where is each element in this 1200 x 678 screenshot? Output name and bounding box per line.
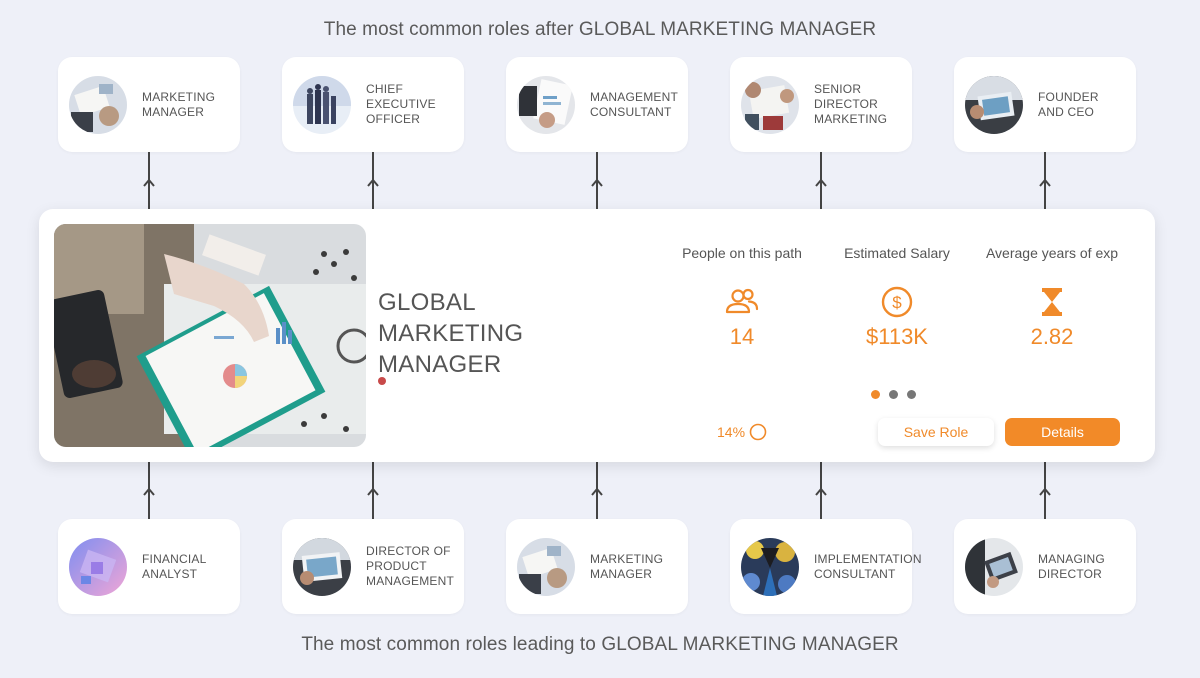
role-card-marketing-manager[interactable]: MARKETING MANAGER bbox=[58, 57, 240, 152]
previous-roles-row: FINANCIAL ANALYST DIRECTOR OF PRODUCT MA… bbox=[0, 519, 1200, 615]
people-icon bbox=[725, 288, 759, 314]
role-card-marketing-manager-prev[interactable]: MARKETING MANAGER bbox=[506, 519, 688, 614]
role-label: DIRECTOR OF PRODUCT MANAGEMENT bbox=[366, 544, 455, 588]
stat-estimated-salary: Estimated Salary $ $113K bbox=[822, 245, 972, 350]
save-role-button[interactable]: Save Role bbox=[878, 418, 994, 446]
details-button[interactable]: Details bbox=[1005, 418, 1120, 446]
role-label: MARKETING MANAGER bbox=[590, 551, 664, 581]
role-label: FOUNDER AND CEO bbox=[1038, 89, 1099, 119]
role-thumbnail bbox=[69, 75, 127, 134]
role-card-management-consultant[interactable]: MANAGEMENT CONSULTANT bbox=[506, 57, 688, 152]
next-roles-row: MARKETING MANAGER CHIEF EXECUTIVE OFFICE… bbox=[0, 57, 1200, 153]
connector-arrow-up bbox=[367, 462, 379, 520]
role-label: MARKETING MANAGER bbox=[142, 89, 216, 119]
connector-arrow-up bbox=[1039, 152, 1051, 210]
stat-average-years-exp: Average years of exp 2.82 bbox=[977, 245, 1127, 350]
current-role-card: GLOBAL MARKETING MANAGER People on this … bbox=[39, 209, 1155, 462]
role-card-managing-director[interactable]: MANAGING DIRECTOR bbox=[954, 519, 1136, 614]
title-indicator-dot bbox=[378, 377, 386, 385]
role-card-director-of-product-management[interactable]: DIRECTOR OF PRODUCT MANAGEMENT bbox=[282, 519, 464, 614]
stat-label: Estimated Salary bbox=[844, 245, 950, 261]
role-card-financial-analyst[interactable]: FINANCIAL ANALYST bbox=[58, 519, 240, 614]
role-thumbnail bbox=[293, 75, 351, 134]
role-thumbnail bbox=[965, 75, 1023, 134]
role-thumbnail bbox=[517, 75, 575, 134]
role-label: MANAGING DIRECTOR bbox=[1038, 551, 1105, 581]
role-card-chief-executive-officer[interactable]: CHIEF EXECUTIVE OFFICER bbox=[282, 57, 464, 152]
role-card-senior-director-marketing[interactable]: SENIOR DIRECTOR MARKETING bbox=[730, 57, 912, 152]
role-card-implementation-consultant[interactable]: IMPLEMENTATION CONSULTANT bbox=[730, 519, 922, 614]
progress-value: 14% bbox=[717, 424, 746, 440]
pager-dot[interactable] bbox=[907, 390, 916, 399]
connector-arrow-up bbox=[591, 462, 603, 520]
pager-dot[interactable] bbox=[889, 390, 898, 399]
hourglass-icon bbox=[1042, 288, 1062, 316]
stat-people-on-path: People on this path 14 bbox=[667, 245, 817, 350]
connector-arrow-up bbox=[815, 462, 827, 520]
role-thumbnail bbox=[517, 537, 575, 596]
stat-value: 14 bbox=[729, 324, 755, 349]
role-thumbnail bbox=[965, 537, 1023, 596]
progress-ring-icon bbox=[749, 423, 767, 441]
connector-arrow-up bbox=[143, 152, 155, 210]
role-label: MANAGEMENT CONSULTANT bbox=[590, 89, 678, 119]
role-hero-image bbox=[54, 224, 366, 447]
connector-arrow-up bbox=[1039, 462, 1051, 520]
role-label: SENIOR DIRECTOR MARKETING bbox=[814, 82, 888, 126]
stat-label: Average years of exp bbox=[985, 245, 1119, 261]
role-label: FINANCIAL ANALYST bbox=[142, 551, 207, 581]
stat-value: $113K bbox=[866, 324, 928, 349]
next-roles-heading: The most common roles after GLOBAL MARKE… bbox=[323, 19, 877, 40]
dollar-icon: $ bbox=[881, 286, 913, 318]
role-thumbnail bbox=[293, 537, 351, 596]
svg-text:$: $ bbox=[892, 293, 902, 312]
role-label: CHIEF EXECUTIVE OFFICER bbox=[366, 82, 436, 126]
role-thumbnail bbox=[741, 537, 799, 596]
role-card-founder-and-ceo[interactable]: FOUNDER AND CEO bbox=[954, 57, 1136, 152]
stat-value: 2.82 bbox=[1030, 324, 1074, 349]
connector-arrow-up bbox=[367, 152, 379, 210]
connector-arrow-up bbox=[591, 152, 603, 210]
connector-arrow-up bbox=[143, 462, 155, 520]
progress-indicator: 14% bbox=[717, 423, 767, 441]
pager-dot[interactable] bbox=[871, 390, 880, 399]
current-role-title: GLOBAL MARKETING MANAGER bbox=[378, 289, 524, 378]
stat-label: People on this path bbox=[682, 245, 802, 261]
previous-roles-heading: The most common roles leading to GLOBAL … bbox=[301, 634, 899, 655]
role-label: IMPLEMENTATION CONSULTANT bbox=[814, 551, 922, 581]
role-thumbnail bbox=[69, 537, 127, 596]
role-thumbnail bbox=[741, 75, 799, 134]
connector-arrow-up bbox=[815, 152, 827, 210]
stats-pager bbox=[871, 390, 916, 399]
